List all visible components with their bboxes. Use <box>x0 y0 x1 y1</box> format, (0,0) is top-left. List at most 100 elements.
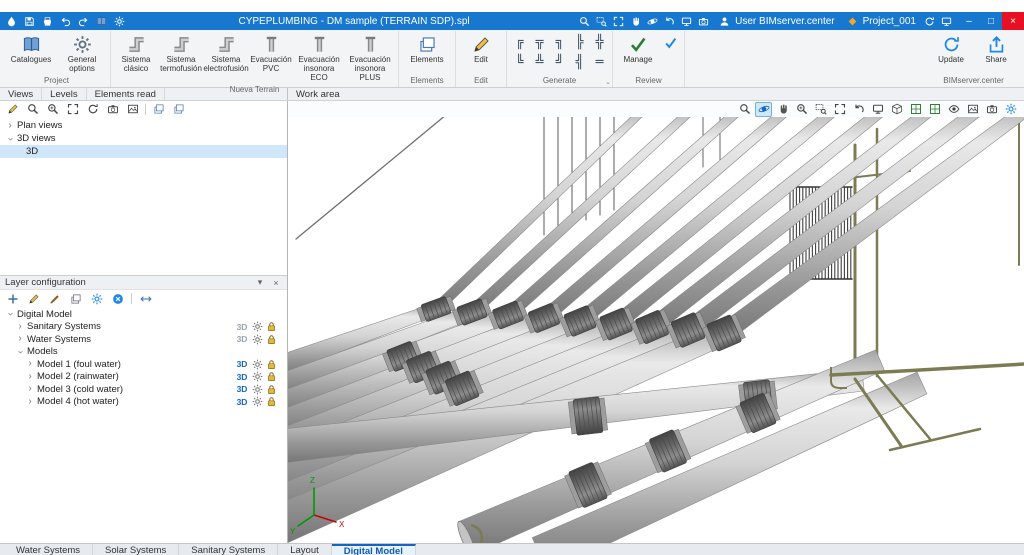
maximize-button[interactable]: □ <box>980 12 1002 30</box>
previous-view-icon[interactable] <box>662 14 677 29</box>
chevron-right-icon[interactable]: › <box>26 359 34 369</box>
generate-pipe-icon[interactable]: ╠ <box>570 33 589 52</box>
chevron-down-icon[interactable]: › <box>15 348 25 356</box>
dialog-launcher-icon[interactable]: ⌄ <box>605 79 611 87</box>
layers-copy-icon[interactable] <box>171 102 186 116</box>
layer-item-models[interactable]: › Models <box>0 346 287 359</box>
evacuacion-pvc-button[interactable]: Evacuación PVC <box>249 31 293 74</box>
zoom-extents-icon[interactable] <box>65 102 80 116</box>
snapshot-icon[interactable] <box>964 102 981 117</box>
chevron-right-icon[interactable]: › <box>26 384 34 394</box>
app-icon[interactable] <box>4 14 19 29</box>
layer-item-sanitary-systems[interactable]: › Sanitary Systems 3D <box>0 321 287 334</box>
sync-icon[interactable] <box>922 14 937 29</box>
add-layer-icon[interactable] <box>5 292 20 306</box>
grid-plane-icon[interactable] <box>907 102 924 117</box>
generate-pipe-icon[interactable]: ═ <box>590 53 609 72</box>
tab-levels[interactable]: Levels <box>42 88 86 100</box>
edit-layer-icon[interactable] <box>26 292 41 306</box>
3d-badge[interactable]: 3D <box>235 397 249 407</box>
gear-icon[interactable] <box>252 334 263 345</box>
zoom-window-icon[interactable] <box>594 14 609 29</box>
gear-icon[interactable] <box>252 371 263 382</box>
edit-view-icon[interactable] <box>5 102 20 116</box>
search-icon[interactable] <box>25 102 40 116</box>
redo-icon[interactable] <box>76 14 91 29</box>
layers-icon[interactable] <box>151 102 166 116</box>
edit-button[interactable]: Edit <box>459 31 503 65</box>
tab-layout[interactable]: Layout <box>278 544 332 555</box>
chevron-right-icon[interactable]: › <box>26 372 34 382</box>
3d-badge[interactable]: 3D <box>235 372 249 382</box>
tree-item-plan-views[interactable]: › Plan views <box>0 119 287 132</box>
undo-icon[interactable] <box>58 14 73 29</box>
collapse-panel-icon[interactable]: ▾ <box>254 277 266 288</box>
close-panel-icon[interactable]: × <box>270 278 282 288</box>
chevron-down-icon[interactable]: › <box>5 135 15 143</box>
generate-pipe-icon[interactable]: ╔ <box>510 33 529 52</box>
print-icon[interactable] <box>40 14 55 29</box>
chevron-right-icon[interactable]: › <box>6 121 14 131</box>
pan-icon[interactable] <box>628 14 643 29</box>
generate-pipe-icon[interactable]: ╝ <box>550 53 569 72</box>
copy-layer-icon[interactable] <box>68 292 83 306</box>
update-button[interactable]: Update <box>929 31 973 65</box>
evacuacion-eco-button[interactable]: Evacuación insonora ECO <box>294 31 344 84</box>
gear-icon[interactable] <box>252 359 263 370</box>
grid-plane2-icon[interactable] <box>926 102 943 117</box>
project-chip[interactable]: Project_001 <box>841 14 920 29</box>
sistema-termofusion-button[interactable]: Sistema termofusión <box>159 31 203 74</box>
generate-pipe-icon[interactable]: ╣ <box>570 53 589 72</box>
lock-icon[interactable] <box>266 384 277 395</box>
layer-item-model1[interactable]: › Model 1 (foul water) 3D <box>0 358 287 371</box>
camera-icon[interactable] <box>105 102 120 116</box>
manage-button[interactable]: Manage <box>616 31 660 65</box>
tab-views[interactable]: Views <box>0 88 42 100</box>
orbit-icon[interactable] <box>755 102 772 117</box>
tab-water-systems[interactable]: Water Systems <box>4 544 93 555</box>
3d-badge[interactable]: 3D <box>235 334 249 344</box>
lock-icon[interactable] <box>266 321 277 332</box>
sistema-electrofusion-button[interactable]: Sistema electrofusión <box>204 31 248 74</box>
generate-pipe-icon[interactable]: ╗ <box>550 33 569 52</box>
lock-icon[interactable] <box>266 359 277 370</box>
layer-item-model4[interactable]: › Model 4 (hot water) 3D <box>0 396 287 409</box>
general-options-button[interactable]: General options <box>57 31 107 74</box>
view-settings-gear-icon[interactable] <box>1002 102 1019 117</box>
monitor-icon[interactable] <box>939 14 954 29</box>
gear-icon[interactable] <box>252 396 263 407</box>
tab-digital-model[interactable]: Digital Model <box>332 544 416 555</box>
generate-pipe-icon[interactable]: ╩ <box>530 53 549 72</box>
zoom-extents-icon[interactable] <box>831 102 848 117</box>
close-button[interactable]: × <box>1002 12 1024 30</box>
catalogues-button[interactable]: Catalogues <box>6 31 56 65</box>
settings-icon[interactable] <box>112 14 127 29</box>
library-icon[interactable] <box>94 14 109 29</box>
gear-icon[interactable] <box>252 384 263 395</box>
layer-item-digital-model[interactable]: › Digital Model <box>0 308 287 321</box>
chevron-right-icon[interactable]: › <box>26 397 34 407</box>
monitor-icon[interactable] <box>869 102 886 117</box>
orbit-icon[interactable] <box>645 14 660 29</box>
save-icon[interactable] <box>22 14 37 29</box>
pan-icon[interactable] <box>774 102 791 117</box>
generate-pipe-icon[interactable]: ╦ <box>530 33 549 52</box>
generate-pipe-icon[interactable]: ╚ <box>510 53 529 72</box>
lock-icon[interactable] <box>266 334 277 345</box>
3d-badge[interactable]: 3D <box>235 384 249 394</box>
image-icon[interactable] <box>125 102 140 116</box>
zoom-extents-icon[interactable] <box>611 14 626 29</box>
bimserver-user-chip[interactable]: User BIMserver.center <box>713 14 838 29</box>
3d-viewport[interactable]: ZXY <box>288 117 1024 543</box>
zoom-window-icon[interactable] <box>812 102 829 117</box>
review-check-icon[interactable] <box>661 33 681 53</box>
layer-item-model3[interactable]: › Model 3 (cold water) 3D <box>0 383 287 396</box>
tab-solar-systems[interactable]: Solar Systems <box>93 544 179 555</box>
lock-icon[interactable] <box>266 371 277 382</box>
tree-item-3d-views[interactable]: › 3D views <box>0 132 287 145</box>
chevron-down-icon[interactable]: › <box>5 310 15 318</box>
transfer-arrows-icon[interactable] <box>138 292 153 306</box>
screens-icon[interactable] <box>679 14 694 29</box>
share-button[interactable]: Share <box>974 31 1018 65</box>
camera-icon[interactable] <box>983 102 1000 117</box>
